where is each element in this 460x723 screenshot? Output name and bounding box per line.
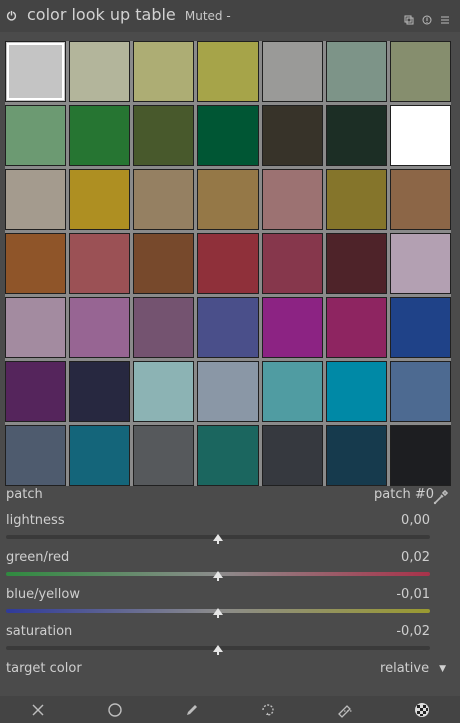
chevron-down-icon: ▼ (439, 663, 446, 674)
green-red-slider-marker[interactable] (213, 571, 223, 581)
circle-icon[interactable] (106, 701, 124, 719)
saturation-label: saturation (6, 624, 73, 639)
patch-29[interactable] (69, 297, 131, 358)
patch-9[interactable] (133, 105, 195, 166)
patch-0[interactable] (5, 41, 67, 102)
pencil-icon[interactable] (183, 701, 201, 719)
checker-icon[interactable] (413, 701, 431, 719)
green-red-label: green/red (6, 550, 70, 565)
preset-name: Muted - (184, 9, 231, 23)
patch-36[interactable] (69, 361, 131, 422)
saturation-row: saturation -0,02 (6, 624, 430, 639)
saturation-slider-marker[interactable] (213, 645, 223, 655)
patch-43[interactable] (69, 425, 131, 486)
presets-icon[interactable] (404, 10, 414, 25)
patch-26[interactable] (325, 233, 387, 294)
patch-20[interactable] (389, 169, 451, 230)
target-color-dropdown[interactable]: relative ▼ (380, 661, 446, 676)
target-color-label: target color (6, 661, 82, 676)
patch-19[interactable] (325, 169, 387, 230)
patch-3[interactable] (197, 41, 259, 102)
lightness-row: lightness 0,00 (6, 513, 430, 528)
blue-yellow-label: blue/yellow (6, 587, 80, 602)
patch-15[interactable] (69, 169, 131, 230)
blue-yellow-value: -0,01 (396, 587, 430, 602)
patch-row: patch patch #0 (6, 487, 434, 502)
reset-icon[interactable] (422, 10, 432, 25)
menu-icon[interactable] (440, 10, 450, 24)
patch-17[interactable] (197, 169, 259, 230)
patch-6[interactable] (389, 41, 451, 102)
patch-38[interactable] (197, 361, 259, 422)
patch-11[interactable] (261, 105, 323, 166)
shape-toolbar (0, 696, 460, 723)
green-red-row: green/red 0,02 (6, 550, 430, 565)
patch-1[interactable] (69, 41, 131, 102)
module-header: color look up table Muted - (0, 0, 460, 32)
patch-31[interactable] (197, 297, 259, 358)
power-icon[interactable] (6, 10, 17, 21)
patch-12[interactable] (325, 105, 387, 166)
patch-4[interactable] (261, 41, 323, 102)
patch-34[interactable] (389, 297, 451, 358)
module-title: color look up table Muted - (27, 5, 231, 24)
patch-label: patch (6, 487, 43, 502)
blue-yellow-row: blue/yellow -0,01 (6, 587, 430, 602)
patch-5[interactable] (325, 41, 387, 102)
patch-42[interactable] (5, 425, 67, 486)
patch-22[interactable] (69, 233, 131, 294)
patch-37[interactable] (133, 361, 195, 422)
patch-25[interactable] (261, 233, 323, 294)
patch-7[interactable] (5, 105, 67, 166)
patch-32[interactable] (261, 297, 323, 358)
clear-icon[interactable] (29, 701, 47, 719)
patch-41[interactable] (389, 361, 451, 422)
green-red-value: 0,02 (401, 550, 430, 565)
blue-yellow-slider-marker[interactable] (213, 608, 223, 618)
patch-18[interactable] (261, 169, 323, 230)
patch-27[interactable] (389, 233, 451, 294)
patch-30[interactable] (133, 297, 195, 358)
patch-33[interactable] (325, 297, 387, 358)
patch-13[interactable] (389, 105, 451, 166)
patch-39[interactable] (261, 361, 323, 422)
color-patch-grid (5, 41, 451, 486)
patch-44[interactable] (133, 425, 195, 486)
patch-46[interactable] (261, 425, 323, 486)
patch-28[interactable] (5, 297, 67, 358)
patch-35[interactable] (5, 361, 67, 422)
color-picker-icon[interactable] (432, 488, 450, 506)
patch-14[interactable] (5, 169, 67, 230)
patch-2[interactable] (133, 41, 195, 102)
lightness-label: lightness (6, 513, 65, 528)
module-name: color look up table (27, 5, 176, 24)
target-color-row[interactable]: target color relative ▼ (6, 661, 446, 676)
patch-40[interactable] (325, 361, 387, 422)
lightness-value: 0,00 (401, 513, 430, 528)
patch-16[interactable] (133, 169, 195, 230)
patch-47[interactable] (325, 425, 387, 486)
patch-45[interactable] (197, 425, 259, 486)
target-color-value: relative (380, 661, 430, 676)
lightness-slider-marker[interactable] (213, 534, 223, 544)
patch-24[interactable] (197, 233, 259, 294)
gradient-icon[interactable] (336, 701, 354, 719)
patch-10[interactable] (197, 105, 259, 166)
patch-23[interactable] (133, 233, 195, 294)
patch-21[interactable] (5, 233, 67, 294)
rotate-icon[interactable] (259, 701, 277, 719)
patch-8[interactable] (69, 105, 131, 166)
patch-48[interactable] (389, 425, 451, 486)
saturation-value: -0,02 (396, 624, 430, 639)
patch-value[interactable]: patch #0 (374, 487, 434, 502)
